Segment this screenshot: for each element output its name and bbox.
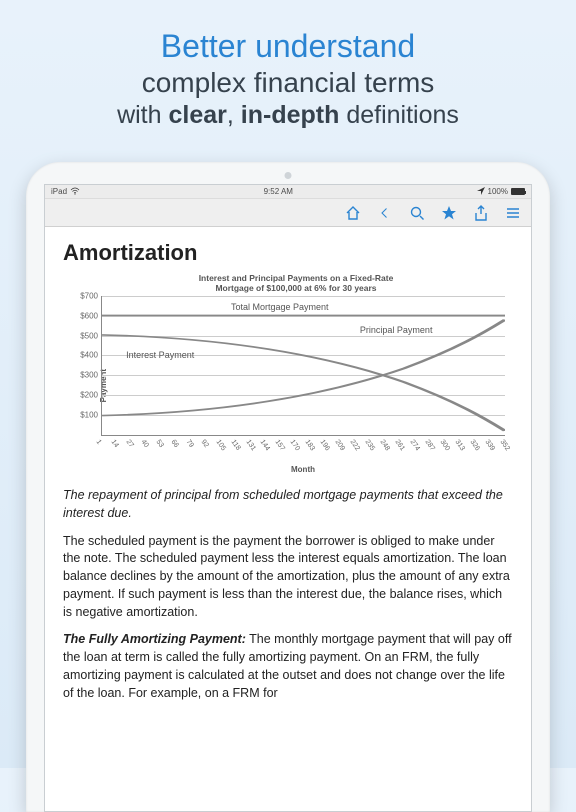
share-icon[interactable] <box>473 205 489 221</box>
wifi-icon <box>70 187 80 197</box>
chart: Interest and Principal Payments on a Fix… <box>87 274 505 475</box>
status-bar: iPad 9:52 AM 100% <box>45 185 531 199</box>
menu-icon[interactable] <box>505 205 521 221</box>
plot-area: $700 $600 $500 $400 $300 $200 $100 <box>101 296 505 436</box>
paragraph-2: The Fully Amortizing Payment: The monthl… <box>63 631 513 702</box>
clock: 9:52 AM <box>264 187 293 196</box>
headline-line1: Better understand <box>0 28 576 65</box>
location-icon <box>477 187 485 197</box>
definition-lede: The repayment of principal from schedule… <box>63 487 513 523</box>
camera-dot <box>285 172 292 179</box>
star-icon[interactable] <box>441 205 457 221</box>
promo-headline: Better understand complex financial term… <box>0 0 576 130</box>
battery-label: 100% <box>488 187 508 196</box>
sub-heading: The Fully Amortizing Payment: <box>63 632 246 646</box>
toolbar <box>45 199 531 227</box>
label-interest: Interest Payment <box>126 349 194 362</box>
back-icon[interactable] <box>377 205 393 221</box>
carrier-label: iPad <box>51 187 67 196</box>
battery-icon <box>511 188 525 195</box>
headline-line3: with clear, in-depth definitions <box>0 101 576 130</box>
chart-lines <box>102 296 505 435</box>
chart-title: Interest and Principal Payments on a Fix… <box>87 274 505 294</box>
home-icon[interactable] <box>345 205 361 221</box>
search-icon[interactable] <box>409 205 425 221</box>
label-principal: Principal Payment <box>360 324 433 337</box>
screen: iPad 9:52 AM 100% <box>44 184 532 812</box>
label-total: Total Mortgage Payment <box>231 301 329 314</box>
ipad-frame: iPad 9:52 AM 100% <box>26 162 550 812</box>
page-title: Amortization <box>63 237 513 268</box>
headline-line2: complex financial terms <box>0 67 576 99</box>
article-body: Amortization Interest and Principal Paym… <box>45 227 531 702</box>
paragraph-1: The scheduled payment is the payment the… <box>63 533 513 622</box>
x-axis-label: Month <box>101 464 505 475</box>
x-ticks: 11427 405366 7992105 118131144 157170183… <box>101 438 505 448</box>
